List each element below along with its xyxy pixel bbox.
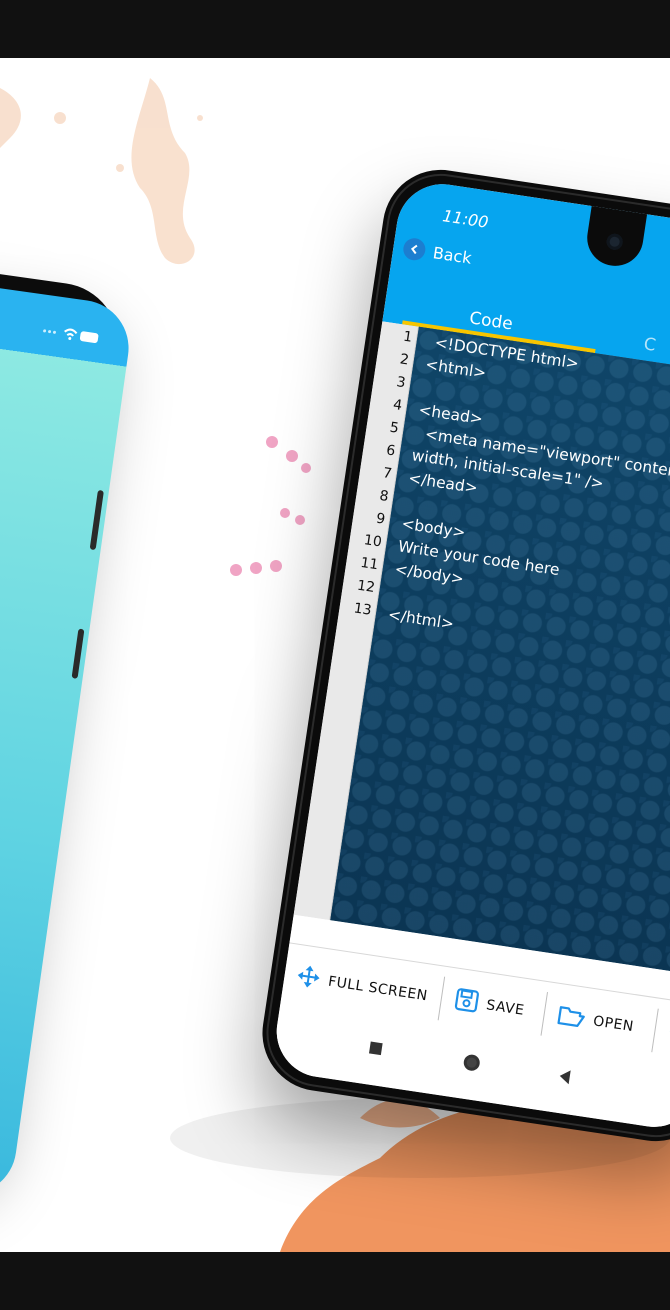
line-number: 13: [352, 600, 373, 619]
letterbox-bottom: [0, 1252, 670, 1310]
line-number: 9: [375, 510, 387, 528]
line-number: 4: [392, 396, 404, 415]
code-line: </head>: [407, 469, 479, 498]
line-number: 3: [395, 374, 407, 392]
code-line: </body>: [393, 559, 465, 589]
toolbar-divider: [437, 976, 446, 1021]
back-nav-button[interactable]: [556, 1068, 573, 1090]
tab-next-label: C: [642, 333, 658, 356]
line-number: 1: [402, 328, 414, 346]
line-number: 5: [388, 419, 400, 437]
circle-icon: [462, 1053, 481, 1072]
open-label: OPEN: [592, 1013, 635, 1036]
back-button[interactable]: Back: [401, 236, 473, 269]
toolbar-divider: [651, 1008, 659, 1053]
toolbar-divider: [540, 992, 549, 1036]
line-number: 11: [359, 554, 380, 574]
line-number: 2: [398, 351, 411, 369]
save-label: SAVE: [485, 997, 526, 1019]
line-number: 10: [362, 532, 383, 551]
code-line: </html>: [386, 605, 456, 634]
camera-notch: [583, 204, 648, 270]
wifi-battery-icon: [41, 323, 101, 351]
fullscreen-label: FULL SCREEN: [326, 973, 429, 1005]
tab-code-label: Code: [468, 307, 515, 335]
line-number: 12: [356, 577, 377, 597]
home-button[interactable]: [462, 1053, 481, 1072]
triangle-back-icon: [559, 1070, 571, 1085]
line-number: 6: [385, 442, 397, 460]
square-icon: [368, 1041, 383, 1056]
line-number: 8: [378, 487, 390, 506]
floppy-disk-icon: [453, 987, 481, 1018]
scroll-down-button[interactable]: [664, 1001, 670, 1067]
back-label: Back: [431, 242, 473, 268]
status-time: 11:00: [441, 206, 490, 232]
chevron-left-icon: [401, 236, 427, 262]
code-line: <html>: [424, 355, 488, 383]
save-button[interactable]: SAVE: [450, 969, 529, 1043]
code-line: <head>: [417, 400, 484, 429]
move-arrows-icon: [294, 963, 322, 994]
letterbox-top: [0, 0, 670, 58]
camera-icon: [605, 232, 624, 251]
folder-open-icon: [556, 1003, 588, 1033]
recent-apps-button[interactable]: [368, 1041, 383, 1056]
arrow-down-icon: [666, 1019, 670, 1050]
line-number: 7: [381, 465, 394, 483]
code-line: <body>: [400, 514, 467, 542]
